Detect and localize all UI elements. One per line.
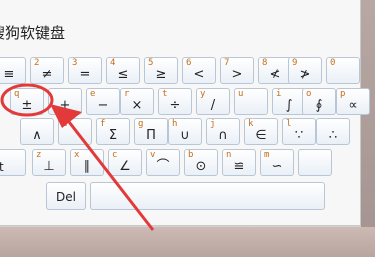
soft-keyboard-panel: 搜狗软键盘 ≡ 2≠ 3= 4≤ 5≥ 6< 7> 8≮ 9≯ 0 q± + e… [0, 0, 370, 226]
delete-label: Del [56, 190, 76, 204]
delete-key[interactable]: Del [46, 182, 86, 210]
key-symbol: ≌ [233, 159, 245, 174]
key-r4-7[interactable]: n ≌ [222, 149, 256, 176]
key-symbol: ≠ [41, 67, 53, 82]
key-r3-4[interactable]: gΠ [134, 118, 168, 145]
key-label: d [62, 119, 68, 129]
key-r2-10[interactable]: p ∝ [336, 88, 370, 115]
key-r3-1[interactable]: ∧ [20, 118, 54, 145]
key-r2-1[interactable]: q ± [10, 88, 44, 115]
key-symbol: ∝ [348, 98, 358, 113]
key-symbol: ÷ [169, 98, 181, 113]
key-symbol: Σ [108, 128, 118, 143]
key-r2-7[interactable]: u [234, 88, 268, 115]
key-symbol: Π [146, 128, 156, 143]
key-symbol: ∧ [32, 128, 42, 143]
key-symbol: / [210, 98, 216, 113]
key-r2-2[interactable]: + [48, 88, 82, 115]
key-r1-2[interactable]: 2 ≠ [30, 57, 64, 84]
key-symbol: ≯ [299, 67, 311, 82]
key-symbol: ∽ [271, 159, 283, 174]
key-r1-1[interactable]: ≡ [0, 57, 26, 84]
key-r4-8[interactable]: m ∽ [260, 149, 294, 176]
key-symbol: ⌒ [156, 159, 170, 174]
key-r2-8[interactable]: i ∫ [272, 88, 306, 115]
key-r4-2[interactable]: z ⊥ [32, 149, 66, 176]
key-symbol: ∫ [285, 98, 293, 113]
key-symbol: ∈ [255, 128, 267, 143]
key-r4-3[interactable]: x ∥ [70, 149, 104, 176]
key-r3-2[interactable]: d [58, 118, 92, 145]
background-desk [0, 227, 375, 257]
key-r1-8[interactable]: 8 ≮ [258, 57, 292, 84]
key-r4-9[interactable] [298, 149, 332, 176]
key-symbol: < [193, 67, 205, 82]
key-symbol: ≥ [155, 67, 167, 82]
key-symbol: ± [21, 98, 33, 113]
key-r2-3[interactable]: e − [86, 88, 120, 115]
key-symbol: ∪ [180, 128, 190, 143]
key-symbol: − [97, 98, 109, 113]
key-symbol: ∩ [218, 128, 228, 143]
key-symbol: + [59, 98, 71, 113]
key-symbol: ⊙ [195, 159, 207, 174]
key-r3-6[interactable]: j ∩ [206, 118, 240, 145]
key-r1-3[interactable]: 3 = [68, 57, 102, 84]
key-r4-6[interactable]: b ⊙ [184, 149, 218, 176]
key-r3-9[interactable]: ∴ [316, 118, 350, 145]
key-symbol: ∠ [119, 159, 131, 174]
background-wall [361, 0, 375, 257]
key-symbol: > [231, 67, 243, 82]
key-r1-10[interactable]: 0 [326, 57, 360, 84]
key-r2-5[interactable]: t ÷ [158, 88, 192, 115]
key-symbol: ∥ [83, 159, 91, 174]
key-r3-5[interactable]: h ∪ [168, 118, 202, 145]
key-symbol: ∴ [328, 128, 338, 143]
key-r1-9[interactable]: 9 ≯ [288, 57, 322, 84]
key-r1-6[interactable]: 6 < [182, 57, 216, 84]
key-r2-9[interactable]: o ∮ [302, 88, 336, 115]
key-r2-4[interactable]: r × [120, 88, 154, 115]
key-r4-5[interactable]: v ⌒ [146, 149, 180, 176]
key-shift[interactable]: ft [0, 149, 26, 176]
key-symbol: ⊥ [43, 159, 55, 174]
key-r1-4[interactable]: 4 ≤ [106, 57, 140, 84]
keyboard-title: 搜狗软键盘 [0, 24, 66, 42]
key-r1-5[interactable]: 5 ≥ [144, 57, 178, 84]
key-symbol: = [79, 67, 91, 82]
key-symbol: × [131, 98, 143, 113]
key-r1-7[interactable]: 7 > [220, 57, 254, 84]
key-r3-8[interactable]: l ∵ [282, 118, 316, 145]
space-key[interactable] [90, 182, 325, 210]
key-symbol: ∵ [294, 128, 304, 143]
key-symbol: ∮ [315, 98, 323, 113]
key-r2-6[interactable]: y / [196, 88, 230, 115]
key-label: 0 [330, 58, 336, 68]
key-r4-4[interactable]: c ∠ [108, 149, 142, 176]
key-r3-3[interactable]: fΣ [96, 118, 130, 145]
key-symbol: ≮ [269, 67, 281, 82]
key-label: u [238, 89, 244, 99]
key-r3-7[interactable]: k ∈ [244, 118, 278, 145]
key-symbol: ≤ [117, 67, 129, 82]
key-symbol: ft [0, 160, 4, 174]
key-symbol: ≡ [3, 67, 15, 82]
